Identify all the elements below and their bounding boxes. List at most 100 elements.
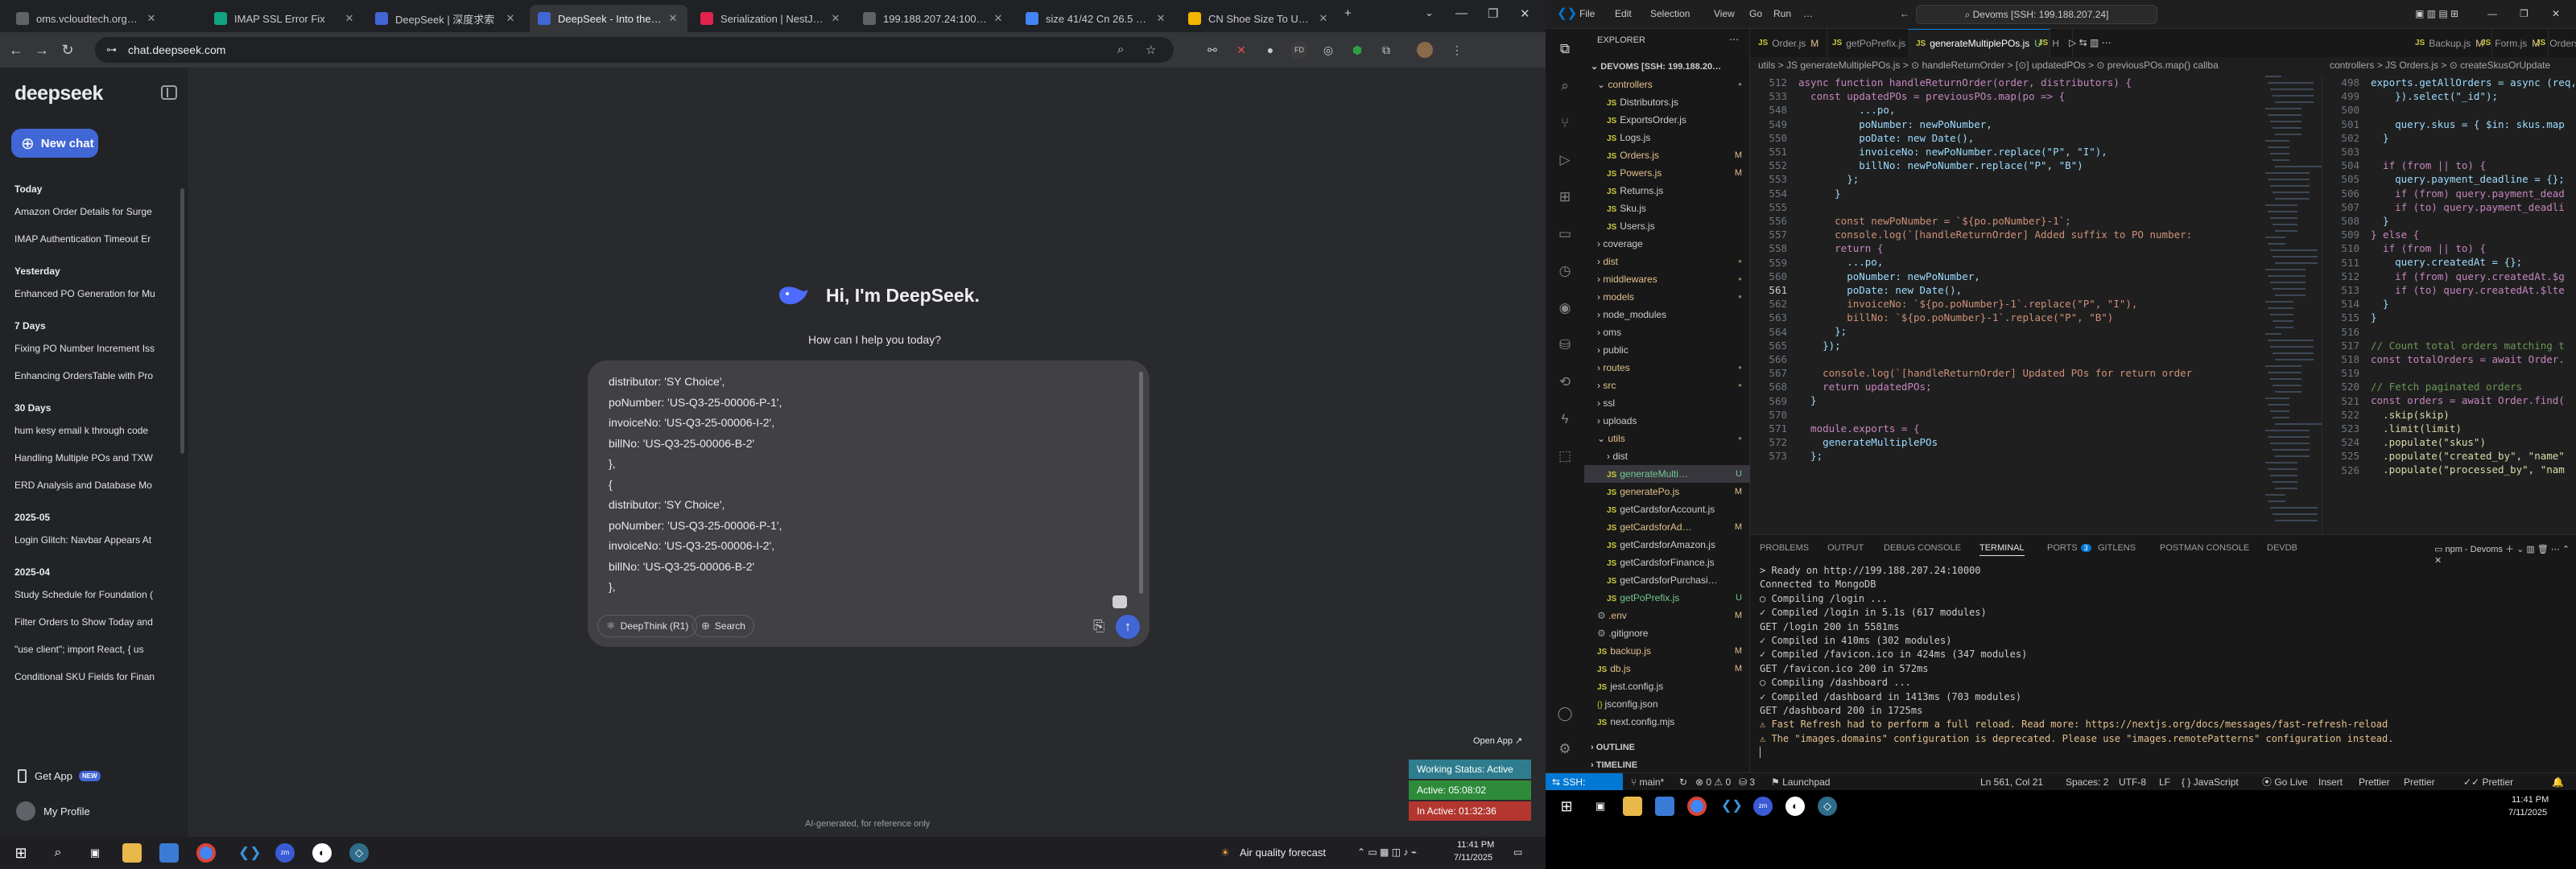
search-toggle[interactable]: ⊕ Search xyxy=(692,615,754,637)
sync-icon[interactable]: ↻ xyxy=(1679,773,1687,791)
task-view-icon[interactable]: ▣ xyxy=(1591,797,1610,816)
encoding[interactable]: UTF-8 xyxy=(2119,773,2146,791)
menu-item[interactable]: … xyxy=(1803,8,1813,19)
extension-red-icon[interactable]: ✕ xyxy=(1233,42,1249,58)
tree-folder[interactable]: › node_modules xyxy=(1584,306,1750,323)
tree-file[interactable]: JS backup.js M xyxy=(1584,642,1750,660)
tree-file[interactable]: JS ExportsOrder.js xyxy=(1584,111,1750,129)
chrome-taskbar-icon[interactable] xyxy=(1687,797,1707,816)
minimap-left[interactable] xyxy=(2262,76,2322,534)
browser-tab[interactable]: DeepSeek | 深度求索 ✕ xyxy=(367,5,525,32)
docker-icon[interactable]: ⬚ xyxy=(1556,447,1574,465)
go-live[interactable]: ⦿ Go Live xyxy=(2262,773,2308,791)
extension-green-icon[interactable]: ⬢ xyxy=(1349,42,1365,58)
my-profile-button[interactable]: My Profile xyxy=(11,797,180,826)
profile-avatar-icon[interactable] xyxy=(1417,42,1433,58)
history-item[interactable]: IMAP Authentication Timeout Er xyxy=(0,225,177,253)
tab-close-icon[interactable]: ✕ xyxy=(1154,12,1167,25)
tab-close-icon[interactable]: ✕ xyxy=(667,12,679,25)
browser-tab[interactable]: DeepSeek - Into the Unkn ✕ xyxy=(530,5,687,32)
tree-folder[interactable]: › src ● xyxy=(1584,377,1750,394)
editor-right[interactable]: 498 499 500 501 502 503 504 505 506 507 508 509 510 5… xyxy=(2322,76,2576,534)
minimize-icon[interactable]: — xyxy=(1455,6,1468,20)
remote-explorer-icon[interactable]: ▭ xyxy=(1556,225,1574,243)
insert-mode[interactable]: Insert xyxy=(2318,773,2343,791)
windows-start-icon[interactable]: ⊞ xyxy=(11,843,31,863)
tree-file[interactable]: JS db.js M xyxy=(1584,660,1750,677)
clock-date[interactable]: 7/11/2025 xyxy=(2508,808,2547,818)
tree-folder[interactable]: › ssl xyxy=(1584,394,1750,412)
timeline-section[interactable]: › TIMELINE xyxy=(1584,756,1750,774)
tree-folder[interactable]: › routes ● xyxy=(1584,359,1750,377)
tree-file[interactable]: JS getCardsforAd… M xyxy=(1584,518,1750,536)
postman-icon[interactable]: ◉ xyxy=(1556,299,1574,317)
panel-tab[interactable]: GITLENS xyxy=(2098,543,2136,553)
zoom-taskbar-icon[interactable]: zm xyxy=(1753,797,1773,816)
tree-file[interactable]: JS generateMulti… U xyxy=(1584,465,1750,483)
tab-close-icon[interactable]: ✕ xyxy=(829,12,842,25)
close-window-icon[interactable]: ✕ xyxy=(2552,8,2560,19)
panel-tab[interactable]: POSTMAN CONSOLE xyxy=(2160,543,2249,553)
extension-gauge-icon[interactable]: ◎ xyxy=(1320,42,1336,58)
tab-close-icon[interactable]: ✕ xyxy=(504,12,517,25)
history-item[interactable]: Conditional SKU Fields for Finan xyxy=(0,663,177,690)
extension-fd-icon[interactable]: FD xyxy=(1291,42,1307,58)
maximize-icon[interactable]: ❐ xyxy=(2520,8,2529,19)
browser-tab[interactable]: IMAP SSL Error Fix ✕ xyxy=(206,5,364,32)
windows-start-icon[interactable]: ⊞ xyxy=(1557,797,1576,816)
site-info-icon[interactable]: ⊶ xyxy=(106,43,117,56)
tree-folder[interactable]: › uploads xyxy=(1584,412,1750,430)
tree-folder[interactable]: › public xyxy=(1584,341,1750,359)
panel-tab[interactable]: DEBUG CONSOLE xyxy=(1884,543,1961,553)
tree-file[interactable]: ⚙ .gitignore xyxy=(1584,624,1750,642)
store-icon[interactable] xyxy=(1655,797,1674,816)
browser-tab[interactable]: size 41/42 Cn 26.5 - Goog ✕ xyxy=(1018,5,1175,32)
history-item[interactable]: Study Schedule for Foundation ( xyxy=(0,581,177,608)
zoom-taskbar-icon[interactable]: zm xyxy=(275,843,295,863)
extension-icon[interactable]: ⚯ xyxy=(1204,42,1220,58)
tab-close-icon[interactable]: ✕ xyxy=(343,12,356,25)
clock-time[interactable]: 11:41 PM xyxy=(2512,795,2549,805)
file-explorer-icon[interactable] xyxy=(1623,797,1642,816)
app-taskbar-icon[interactable]: ◐ xyxy=(1785,797,1805,816)
open-app-link[interactable]: Open App ↗ xyxy=(1473,735,1522,746)
editor-left[interactable]: 512 533 548 549 550 551 552 553 554 555 556 557 558 5… xyxy=(1750,76,2262,534)
chrome-menu-icon[interactable]: ⋮ xyxy=(1449,42,1465,58)
deepthink-toggle[interactable]: ⚛ DeepThink (R1) xyxy=(597,615,698,637)
extensions-icon[interactable]: ⊞ xyxy=(1556,188,1574,206)
maximize-icon[interactable]: ❐ xyxy=(1488,6,1498,21)
history-item[interactable]: Filter Orders to Show Today and xyxy=(0,608,177,636)
menu-item[interactable]: Run xyxy=(1773,8,1791,19)
deepseek-logo[interactable]: deepseek xyxy=(14,82,103,105)
tree-file[interactable]: JS jest.config.js xyxy=(1584,677,1750,695)
tree-file[interactable]: JS getPoPrefix.js U xyxy=(1584,589,1750,607)
search-icon[interactable]: ⌕ xyxy=(1556,77,1574,95)
prettier-1[interactable]: Prettier xyxy=(2359,773,2390,791)
history-item[interactable]: "use client"; import React, { us xyxy=(0,636,177,663)
weather-text[interactable]: Air quality forecast xyxy=(1240,846,1326,859)
get-app-button[interactable]: Get App NEW xyxy=(11,763,180,789)
reload-icon[interactable]: ↻ xyxy=(58,40,77,60)
tree-folder[interactable]: › oms xyxy=(1584,323,1750,341)
store-icon[interactable] xyxy=(159,843,179,863)
tree-file[interactable]: JS Returns.js xyxy=(1584,182,1750,200)
tree-file[interactable]: JS getCardsforAccount.js xyxy=(1584,500,1750,518)
panel-tab[interactable]: OUTPUT xyxy=(1827,543,1864,553)
gitlens-icon[interactable]: ◷ xyxy=(1556,262,1574,280)
tree-file[interactable]: JS Orders.js M xyxy=(1584,146,1750,164)
clock-date[interactable]: 7/11/2025 xyxy=(1454,853,1492,863)
panel-tab[interactable]: PORTS 3 xyxy=(2047,543,2091,553)
command-center[interactable]: ⌕ Devoms [SSH: 199.188.207.24] xyxy=(1916,5,2157,24)
composer-scrollbar[interactable] xyxy=(1139,372,1143,594)
clock-time[interactable]: 11:41 PM xyxy=(1457,840,1494,850)
explorer-more-icon[interactable]: ⋯ xyxy=(1729,34,1739,45)
git-branch[interactable]: ⑂ main* xyxy=(1631,773,1664,791)
tree-folder[interactable]: › dist xyxy=(1584,447,1750,465)
outline-section[interactable]: › OUTLINE xyxy=(1584,739,1750,756)
code-left[interactable]: async function handleReturnOrder(order, … xyxy=(1798,76,2192,463)
browser-tab[interactable]: CN Shoe Size To US - A ✕ xyxy=(1180,5,1338,32)
bookmark-star-icon[interactable]: ☆ xyxy=(1146,43,1156,57)
nav-back-icon[interactable]: ← xyxy=(1900,8,1909,19)
end-of-line[interactable]: LF xyxy=(2159,773,2170,791)
tree-folder[interactable]: › coverage xyxy=(1584,235,1750,253)
